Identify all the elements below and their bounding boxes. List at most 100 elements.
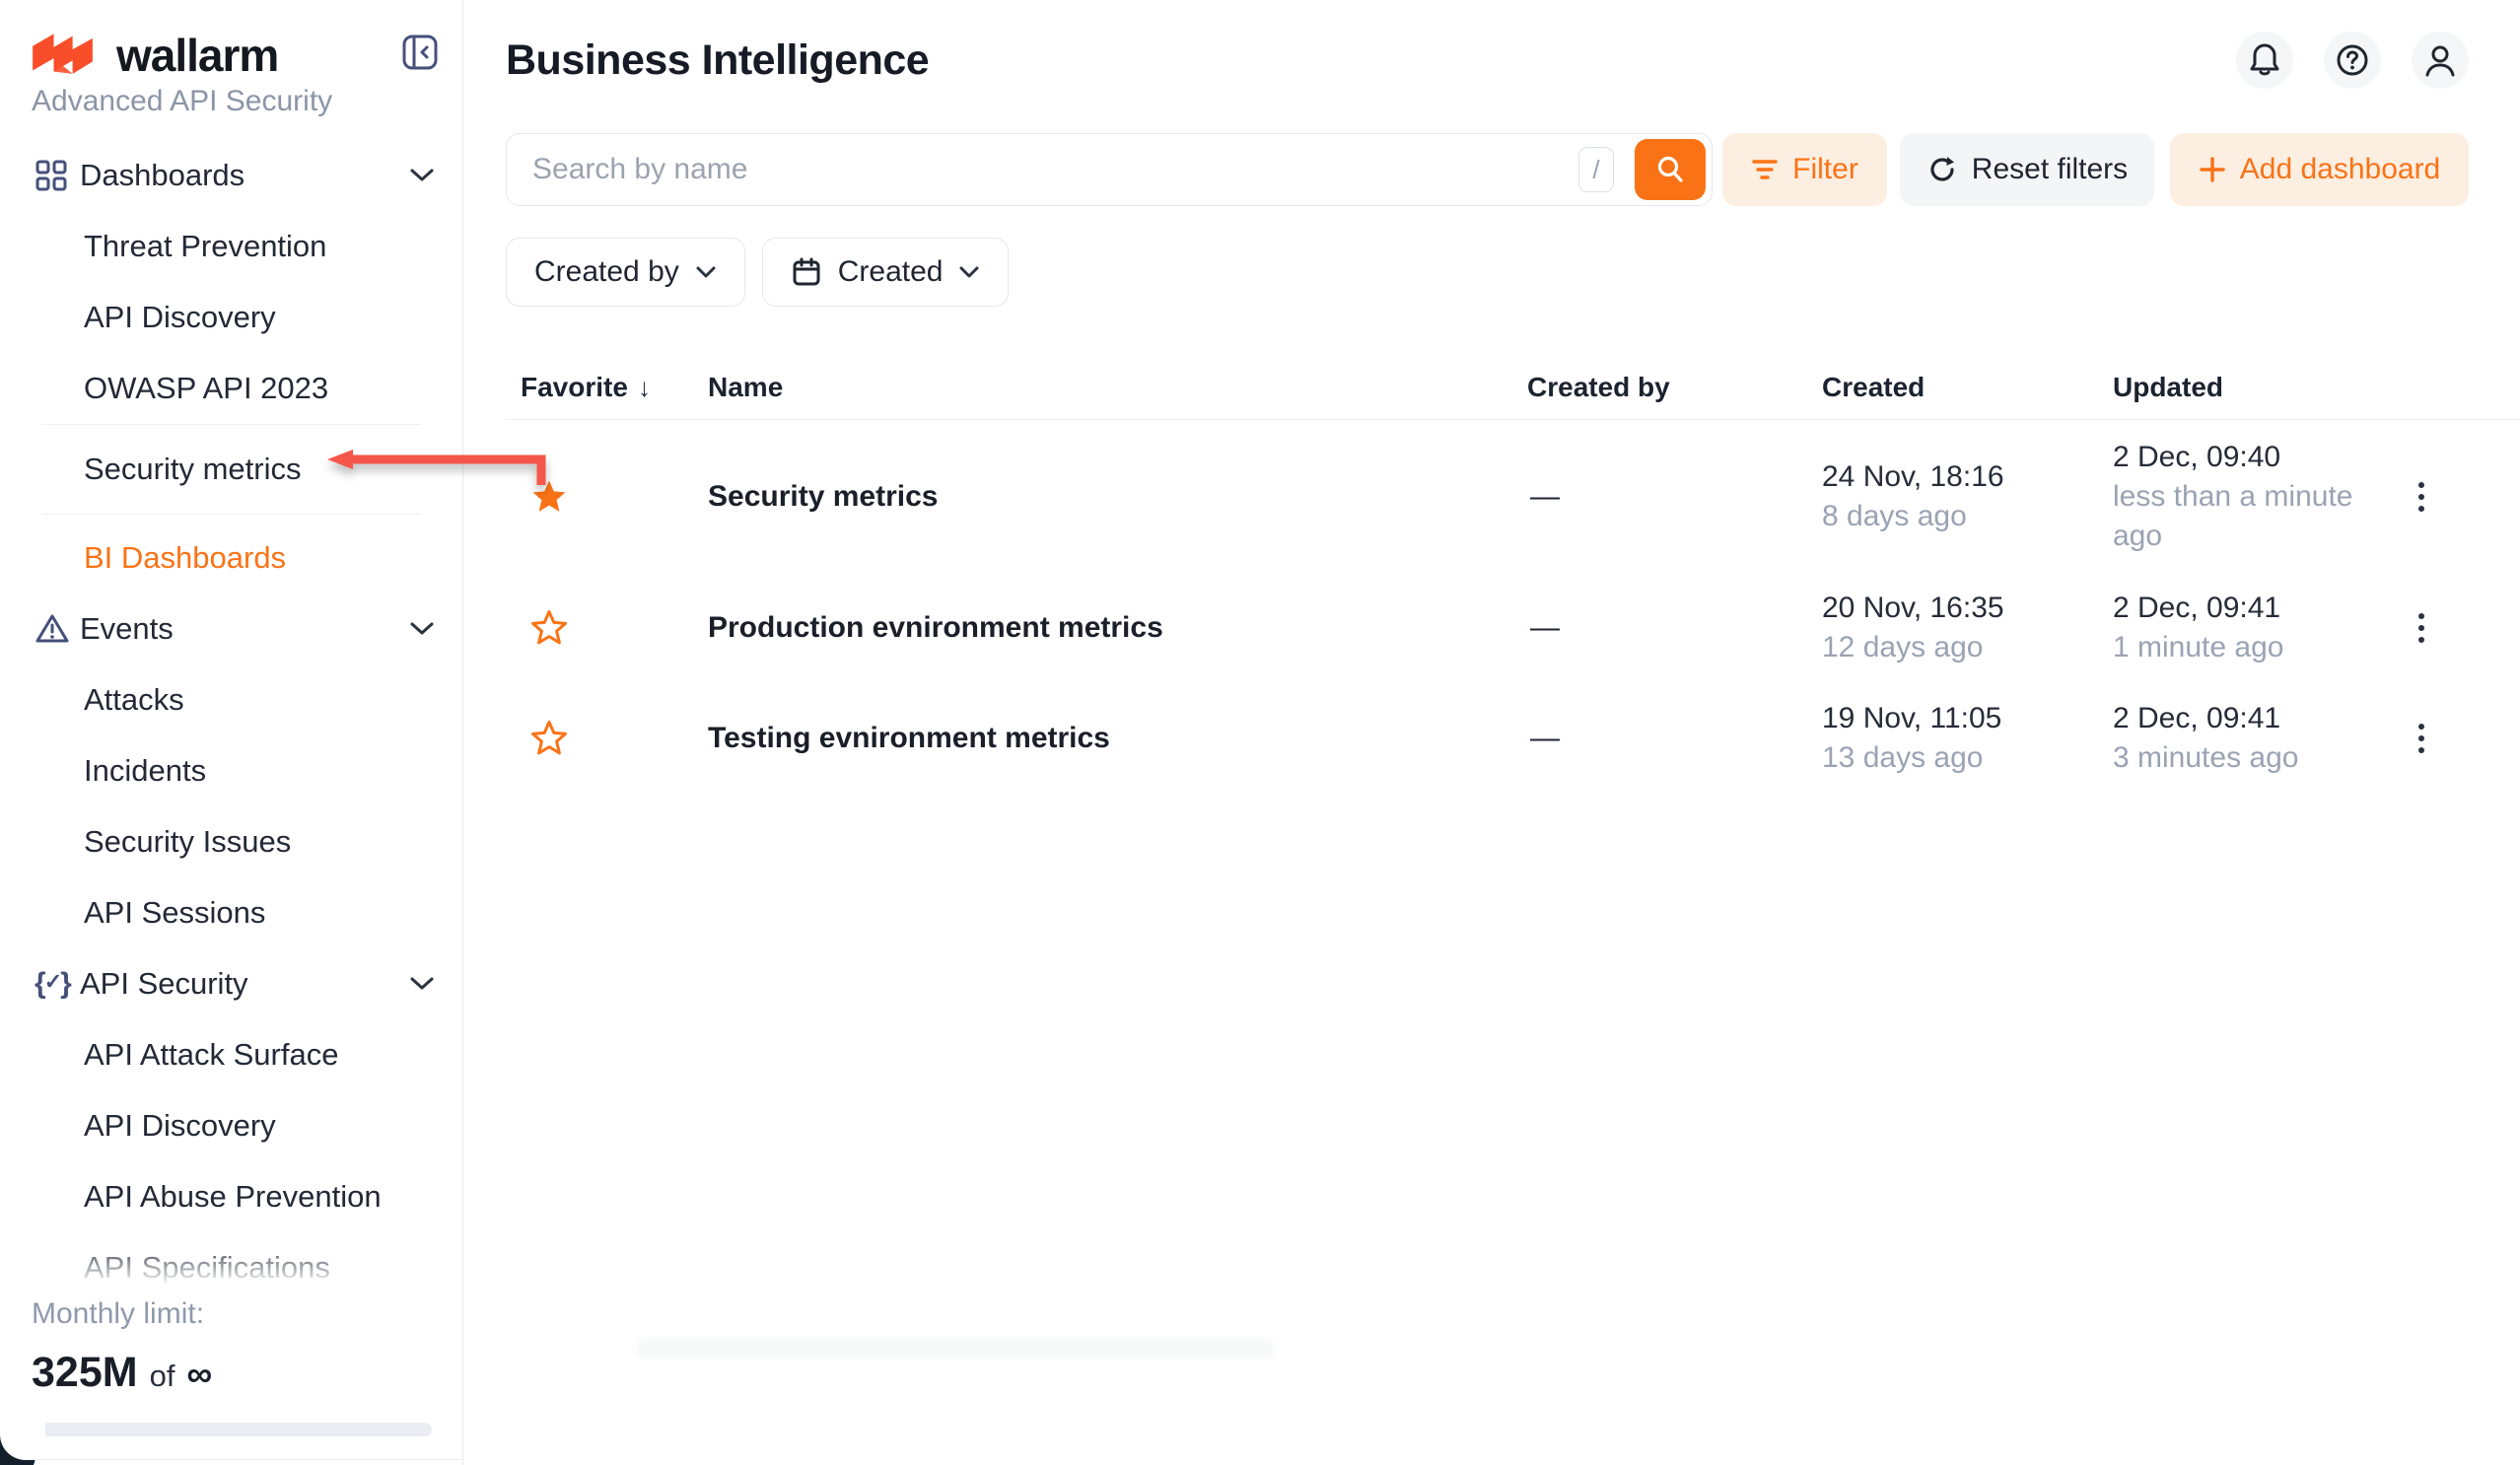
grid-icon xyxy=(35,159,76,192)
column-header-created[interactable]: Created xyxy=(1812,372,2100,403)
updated-date: 2 Dec, 09:41 xyxy=(2113,589,2356,628)
sidebar-item-label: API Security xyxy=(80,966,248,1002)
sidebar: wallarm Advanced API Security Dashboards xyxy=(0,0,463,1465)
sidebar-item-api-security[interactable]: {✓} API Security xyxy=(0,948,462,1019)
column-header-name[interactable]: Name xyxy=(708,372,1518,403)
filter-icon xyxy=(1751,158,1779,181)
sidebar-item-label: OWASP API 2023 xyxy=(84,371,328,406)
brand-subtitle: Advanced API Security xyxy=(0,83,462,118)
reset-icon xyxy=(1926,154,1958,185)
created-dropdown[interactable]: Created xyxy=(762,238,1010,307)
sidebar-item-attacks[interactable]: Attacks xyxy=(0,664,462,735)
filter-button[interactable]: Filter xyxy=(1722,133,1887,206)
kebab-menu-icon[interactable] xyxy=(2391,613,2424,643)
help-icon xyxy=(2335,42,2370,78)
bell-icon xyxy=(2248,42,2281,78)
created-date: 20 Nov, 16:35 xyxy=(1822,589,2100,628)
star-filled-icon[interactable] xyxy=(529,478,569,516)
help-button[interactable] xyxy=(2324,32,2381,89)
star-outline-icon[interactable] xyxy=(529,720,569,757)
table-row[interactable]: Production evnironment metrics — 20 Nov,… xyxy=(506,573,2520,683)
created-by-cell: — xyxy=(1518,722,1812,755)
sidebar-item-label: Security Issues xyxy=(84,824,291,860)
created-by-cell: — xyxy=(1518,611,1812,645)
sidebar-item-label: Security metrics xyxy=(84,452,301,487)
created-cell: 20 Nov, 16:35 12 days ago xyxy=(1812,589,2100,667)
kebab-menu-icon[interactable] xyxy=(2391,482,2424,512)
created-by-cell: — xyxy=(1518,480,1812,514)
sidebar-item-label: API Attack Surface xyxy=(84,1037,338,1073)
table-row[interactable]: Testing evnironment metrics — 19 Nov, 11… xyxy=(506,683,2520,794)
chevron-down-icon xyxy=(409,168,435,183)
sidebar-item-bi-dashboards[interactable]: BI Dashboards xyxy=(0,523,462,593)
sidebar-item-label: API Sessions xyxy=(84,895,265,931)
sidebar-item-label: API Discovery xyxy=(84,300,276,335)
person-icon xyxy=(2423,42,2457,78)
sidebar-item-api-attack-surface[interactable]: API Attack Surface xyxy=(0,1019,462,1090)
dashboard-name[interactable]: Production evnironment metrics xyxy=(708,611,1518,645)
warning-triangle-icon xyxy=(35,612,76,646)
search-wrap: / xyxy=(506,133,1713,206)
table-row[interactable]: Security metrics — 24 Nov, 18:16 8 days … xyxy=(506,420,2520,573)
created-dropdown-label: Created xyxy=(838,255,944,289)
reset-filters-label: Reset filters xyxy=(1972,153,2128,186)
notifications-button[interactable] xyxy=(2236,32,2293,89)
chevron-down-icon xyxy=(409,976,435,992)
usage-label: Monthly limit: xyxy=(32,1297,430,1331)
star-outline-icon[interactable] xyxy=(529,609,569,647)
sidebar-item-owasp-api-2023[interactable]: OWASP API 2023 xyxy=(0,353,462,424)
sidebar-item-incidents[interactable]: Incidents xyxy=(0,735,462,806)
sidebar-item-events[interactable]: Events xyxy=(0,593,462,664)
chevron-down-icon xyxy=(958,265,980,279)
collapse-panel-icon xyxy=(400,33,440,72)
toolbar: / Filter xyxy=(506,133,2469,206)
reset-filters-button[interactable]: Reset filters xyxy=(1900,133,2154,206)
sidebar-item-label: Events xyxy=(80,611,174,647)
dashboard-name[interactable]: Security metrics xyxy=(708,480,1518,514)
braces-check-icon: {✓} xyxy=(35,967,76,1001)
sort-desc-icon: ↓ xyxy=(638,373,651,403)
updated-relative: 1 minute ago xyxy=(2113,628,2356,667)
sidebar-item-api-discovery-2[interactable]: API Discovery xyxy=(0,1090,462,1161)
sidebar-item-security-metrics[interactable]: Security metrics xyxy=(0,425,462,514)
sidebar-item-threat-prevention[interactable]: Threat Prevention xyxy=(0,211,462,282)
sidebar-item-api-sessions[interactable]: API Sessions xyxy=(0,877,462,948)
search-input[interactable] xyxy=(506,133,1713,206)
account-button[interactable] xyxy=(2412,32,2469,89)
sidebar-item-dashboards[interactable]: Dashboards xyxy=(0,140,462,211)
add-dashboard-button[interactable]: Add dashboard xyxy=(2170,133,2469,206)
sidebar-item-label: API Abuse Prevention xyxy=(84,1179,382,1215)
chevron-down-icon xyxy=(695,265,717,279)
add-dashboard-label: Add dashboard xyxy=(2240,153,2441,186)
updated-date: 2 Dec, 09:41 xyxy=(2113,699,2356,738)
kebab-menu-icon[interactable] xyxy=(2391,724,2424,753)
usage-progress-bar xyxy=(32,1423,432,1436)
dashboard-name[interactable]: Testing evnironment metrics xyxy=(708,722,1518,755)
sidebar-item-security-issues[interactable]: Security Issues xyxy=(0,806,462,877)
favorite-cell xyxy=(506,609,708,647)
plus-icon xyxy=(2199,156,2226,183)
favorite-cell xyxy=(506,720,708,757)
sidebar-item-api-abuse-prevention[interactable]: API Abuse Prevention xyxy=(0,1161,462,1232)
usage-line: 325M of ∞ xyxy=(32,1349,430,1397)
sidebar-nav: Dashboards Threat Prevention API Discove… xyxy=(0,140,462,1303)
search-shortcut-badge: / xyxy=(1578,147,1614,192)
column-header-updated[interactable]: Updated xyxy=(2100,372,2391,403)
calendar-icon xyxy=(791,256,822,288)
created-by-dropdown[interactable]: Created by xyxy=(506,238,745,307)
header-actions xyxy=(2236,32,2469,89)
updated-relative: less than a minute ago xyxy=(2113,477,2356,556)
sidebar-item-label: API Specifications xyxy=(84,1250,330,1286)
column-header-favorite[interactable]: Favorite ↓ xyxy=(506,372,708,403)
usage-panel: Monthly limit: 325M of ∞ xyxy=(0,1284,461,1465)
main-content: Business Intelligence xyxy=(464,0,2520,1465)
updated-cell: 2 Dec, 09:41 3 minutes ago xyxy=(2100,699,2356,778)
app-root: wallarm Advanced API Security Dashboards xyxy=(0,0,2520,1465)
created-cell: 19 Nov, 11:05 13 days ago xyxy=(1812,699,2100,778)
search-button[interactable] xyxy=(1635,139,1706,200)
sidebar-item-api-discovery[interactable]: API Discovery xyxy=(0,282,462,353)
collapse-sidebar-button[interactable] xyxy=(397,30,443,75)
infinity-symbol: ∞ xyxy=(186,1364,212,1384)
sidebar-divider xyxy=(41,514,421,515)
column-header-created-by[interactable]: Created by xyxy=(1518,372,1812,403)
